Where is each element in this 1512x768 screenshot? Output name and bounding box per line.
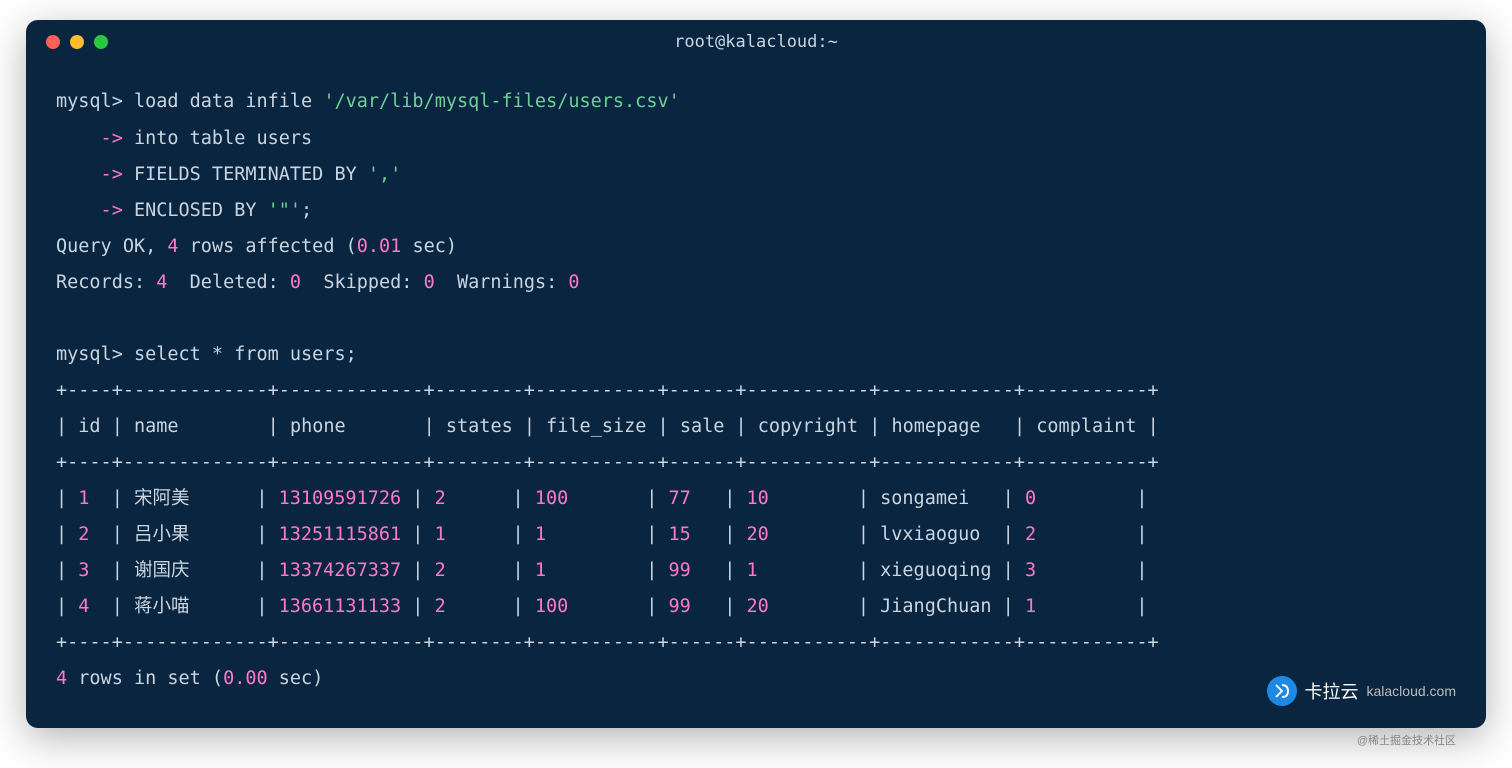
result-deleted: 0 — [290, 272, 301, 293]
logo-text-main: 卡拉云 — [1305, 678, 1359, 704]
result-records: 4 — [156, 272, 167, 293]
minimize-button[interactable] — [70, 35, 84, 49]
footer-rowcount: 4 — [56, 668, 67, 689]
result-warnings: 0 — [568, 272, 579, 293]
result-skipped: 0 — [424, 272, 435, 293]
cmd-fields: FIELDS TERMINATED BY — [134, 164, 368, 185]
title-bar: root@kalacloud:~ — [26, 20, 1486, 64]
cmd-semicolon: ; — [301, 200, 312, 221]
logo-text-sub: kalacloud.com — [1367, 683, 1457, 699]
footer-time: 0.00 — [223, 668, 268, 689]
cmd-string-quote: '"' — [268, 200, 301, 221]
terminal-body[interactable]: mysql> load data infile '/var/lib/mysql-… — [26, 64, 1486, 727]
result-text: rows affected ( — [179, 236, 357, 257]
brand-logo: 卡拉云 kalacloud.com — [1267, 676, 1457, 706]
window-title: root@kalacloud:~ — [674, 32, 838, 52]
result-deleted-label: Deleted: — [167, 272, 290, 293]
continuation-arrow: -> — [56, 128, 134, 149]
mysql-prompt: mysql> — [56, 344, 123, 365]
result-skipped-label: Skipped: — [301, 272, 424, 293]
cmd-string-comma: ',' — [368, 164, 401, 185]
footer-text: rows in set ( — [67, 668, 223, 689]
result-time: 0.01 — [357, 236, 402, 257]
continuation-arrow: -> — [56, 200, 134, 221]
terminal-window: root@kalacloud:~ mysql> load data infile… — [26, 20, 1486, 727]
logo-icon — [1267, 676, 1297, 706]
table-output: +----+-------------+-------------+------… — [56, 380, 1159, 653]
footer-text: sec) — [268, 668, 324, 689]
traffic-lights — [46, 35, 108, 49]
watermark: @稀土掘金技术社区 — [26, 732, 1486, 748]
cmd-load-data: load data infile — [123, 91, 323, 112]
continuation-arrow: -> — [56, 164, 134, 185]
result-text: sec) — [401, 236, 457, 257]
cmd-into-table: into table users — [134, 128, 312, 149]
close-button[interactable] — [46, 35, 60, 49]
cmd-enclosed: ENCLOSED BY — [134, 200, 268, 221]
result-rowcount: 4 — [167, 236, 178, 257]
mysql-prompt: mysql> — [56, 91, 123, 112]
result-records-label: Records: — [56, 272, 156, 293]
cmd-select: select * from users; — [123, 344, 357, 365]
maximize-button[interactable] — [94, 35, 108, 49]
result-warnings-label: Warnings: — [435, 272, 569, 293]
result-query-ok: Query OK, — [56, 236, 167, 257]
cmd-string-path: '/var/lib/mysql-files/users.csv' — [323, 91, 679, 112]
